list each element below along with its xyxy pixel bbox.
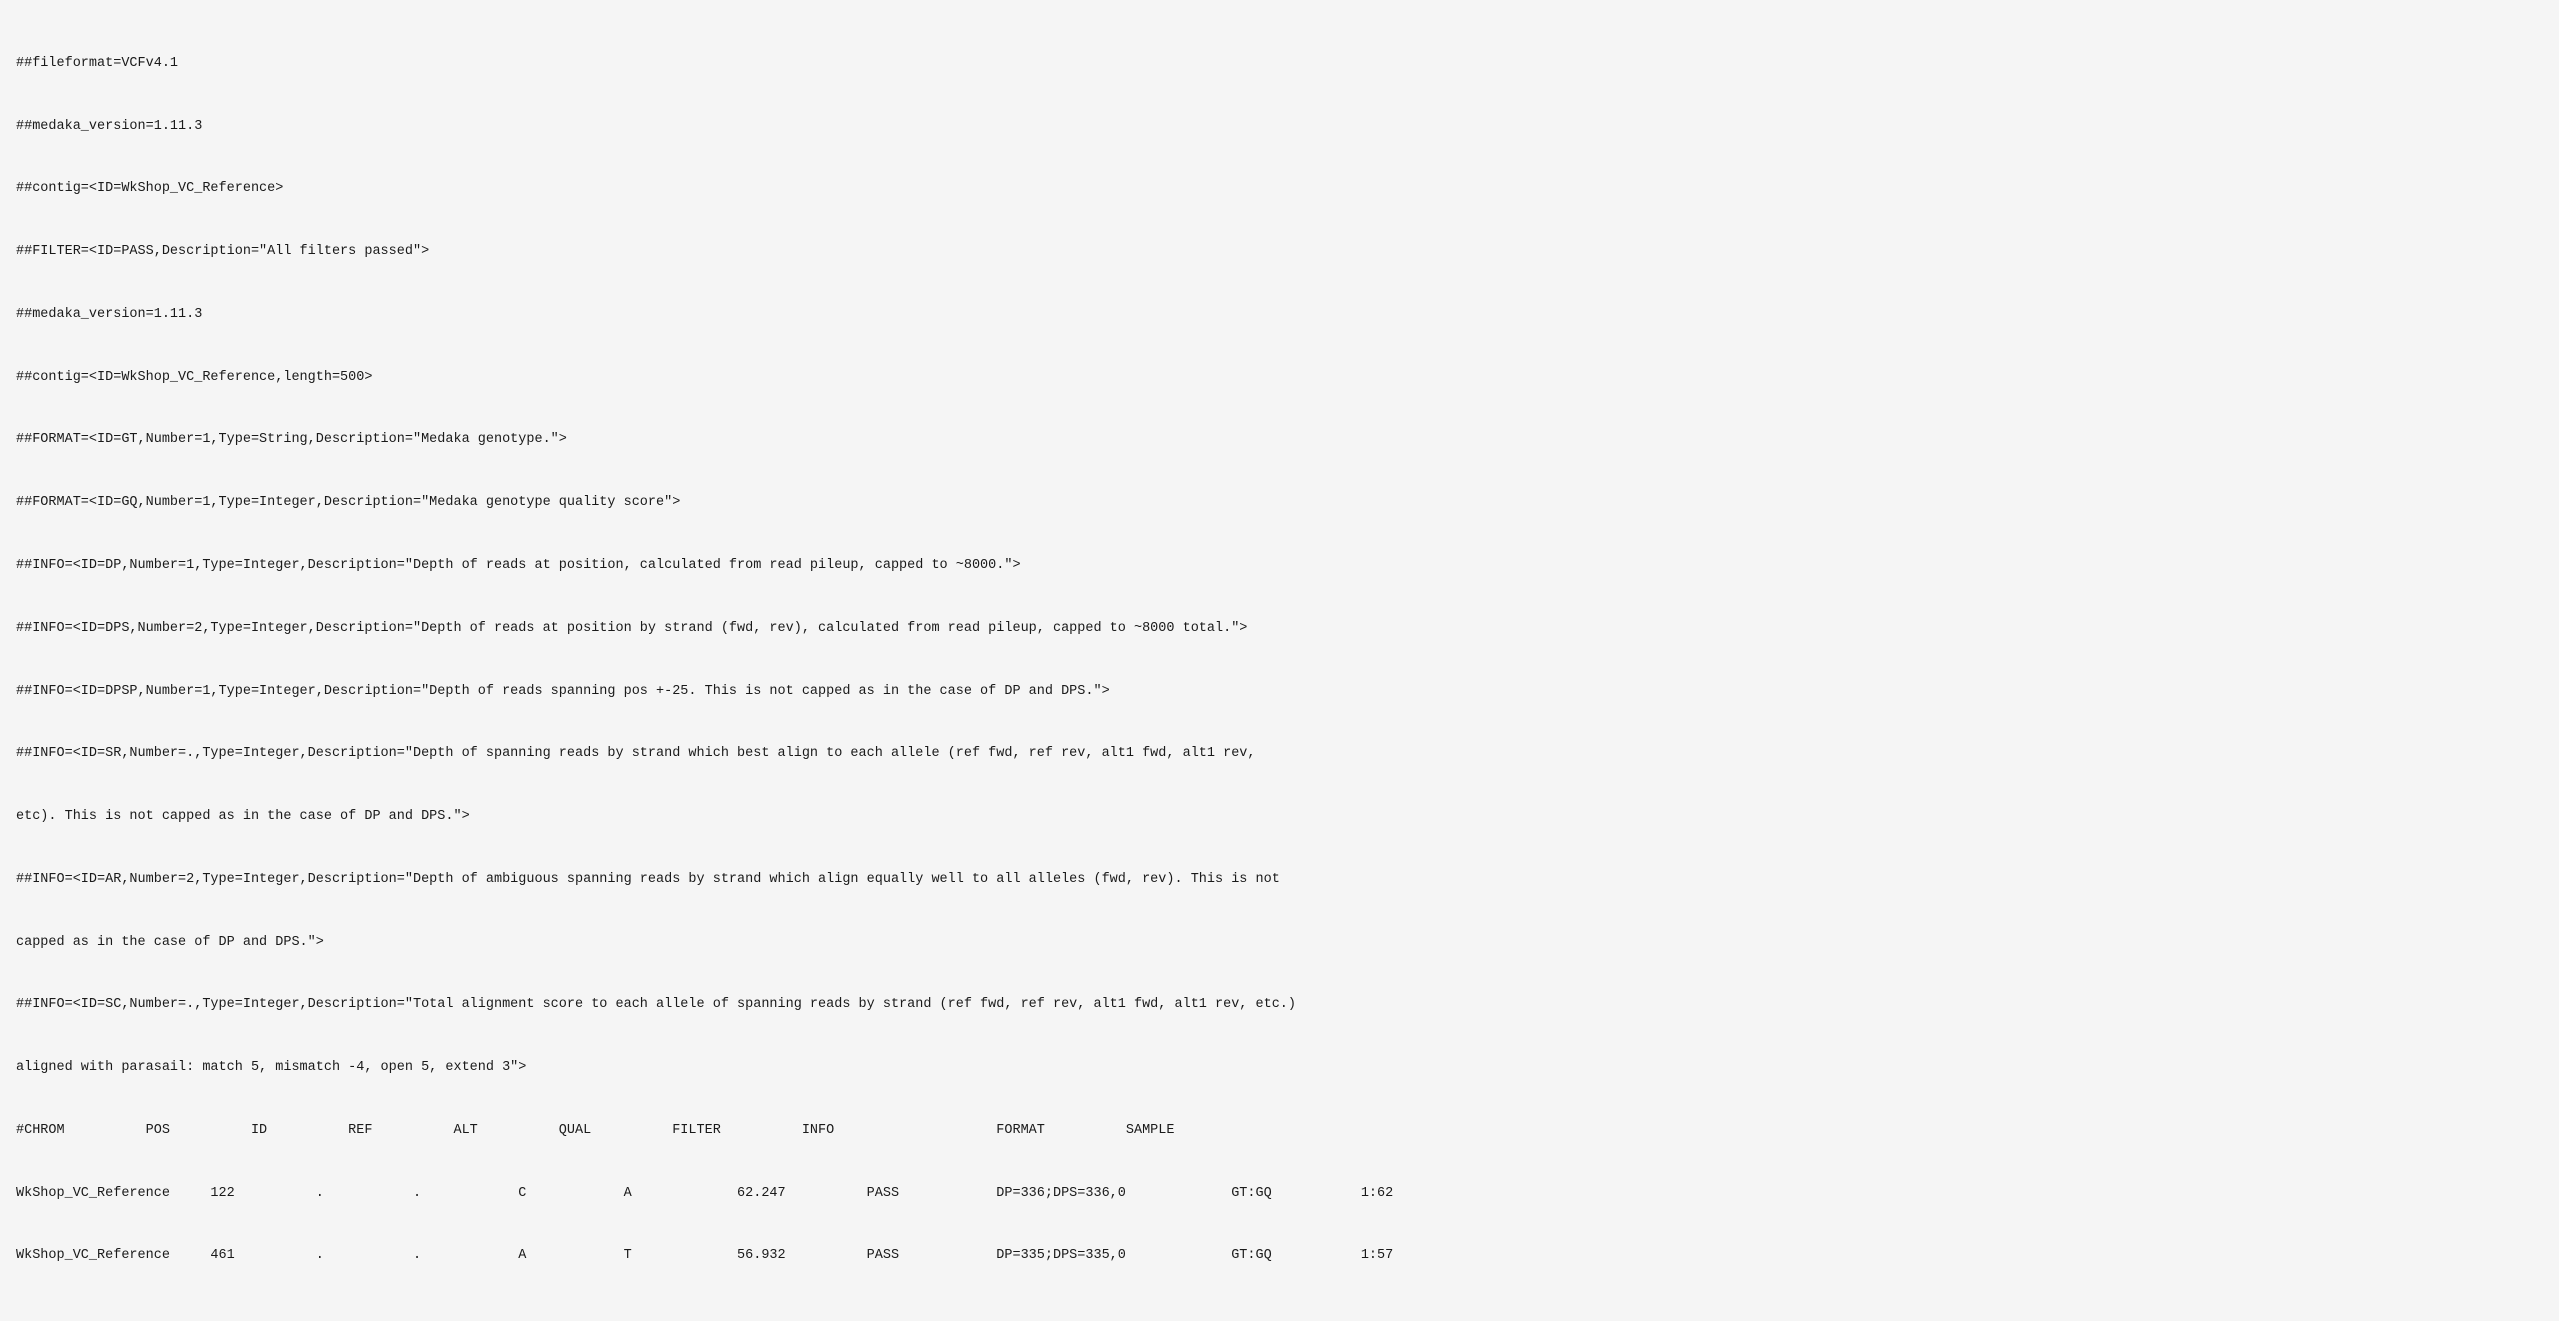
vcf-line-11: ##INFO=<ID=DPSP,Number=1,Type=Integer,De… — [16, 682, 2543, 703]
vcf-line-3: ##contig=<ID=WkShop_VC_Reference> — [16, 179, 2543, 200]
vcf-data-row-2: WkShop_VC_Reference 461 . . A T 56.932 P… — [16, 1246, 2543, 1267]
vcf-line-14b: aligned with parasail: match 5, mismatch… — [16, 1058, 2543, 1079]
vcf-line-12b: etc). This is not capped as in the case … — [16, 807, 2543, 828]
vcf-line-12: ##INFO=<ID=SR,Number=.,Type=Integer,Desc… — [16, 744, 2543, 765]
vcf-line-7: ##FORMAT=<ID=GT,Number=1,Type=String,Des… — [16, 430, 2543, 451]
vcf-line-6: ##contig=<ID=WkShop_VC_Reference,length=… — [16, 368, 2543, 389]
vcf-line-1: ##fileformat=VCFv4.1 — [16, 54, 2543, 75]
vcf-line-13b: capped as in the case of DP and DPS."> — [16, 933, 2543, 954]
vcf-line-8: ##FORMAT=<ID=GQ,Number=1,Type=Integer,De… — [16, 493, 2543, 514]
vcf-line-2: ##medaka_version=1.11.3 — [16, 117, 2543, 138]
vcf-line-5: ##medaka_version=1.11.3 — [16, 305, 2543, 326]
vcf-content: ##fileformat=VCFv4.1 ##medaka_version=1.… — [16, 12, 2543, 1309]
vcf-line-4: ##FILTER=<ID=PASS,Description="All filte… — [16, 242, 2543, 263]
vcf-data-row-1: WkShop_VC_Reference 122 . . C A 62.247 P… — [16, 1184, 2543, 1205]
vcf-line-13: ##INFO=<ID=AR,Number=2,Type=Integer,Desc… — [16, 870, 2543, 891]
vcf-line-9: ##INFO=<ID=DP,Number=1,Type=Integer,Desc… — [16, 556, 2543, 577]
vcf-line-chrom: #CHROM POS ID REF ALT QUAL FILTER INFO F… — [16, 1121, 2543, 1142]
vcf-viewer: ##fileformat=VCFv4.1 ##medaka_version=1.… — [0, 0, 2559, 1321]
vcf-line-10: ##INFO=<ID=DPS,Number=2,Type=Integer,Des… — [16, 619, 2543, 640]
vcf-line-14: ##INFO=<ID=SC,Number=.,Type=Integer,Desc… — [16, 995, 2543, 1016]
